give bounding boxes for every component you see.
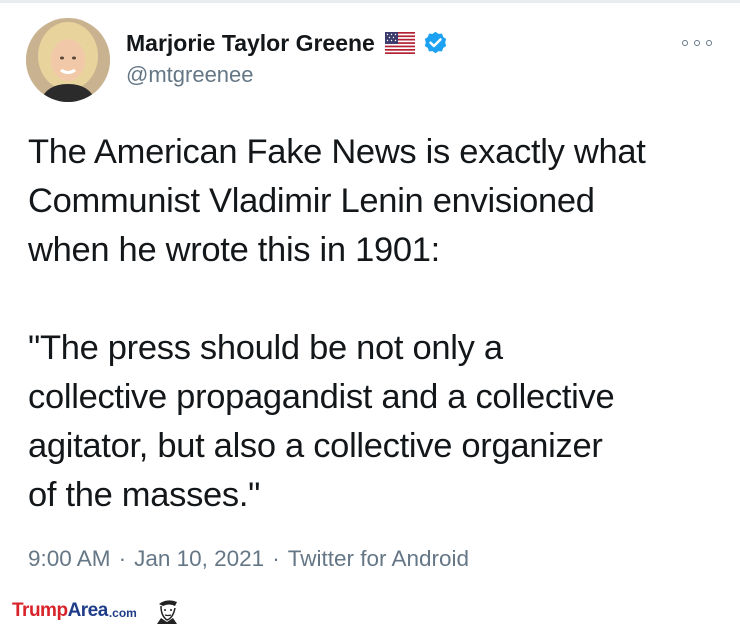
avatar[interactable]: [26, 18, 110, 102]
avatar-image: [26, 18, 110, 102]
watermark-face-icon: [147, 598, 187, 624]
tweet-source[interactable]: Twitter for Android: [288, 546, 469, 572]
tweet-text-line: when he wrote this in 1901:: [28, 231, 440, 269]
meta-separator: ·: [118, 546, 127, 571]
watermark: Trump Area .com: [12, 598, 187, 624]
tweet-date[interactable]: Jan 10, 2021: [134, 546, 264, 572]
more-dot: [694, 40, 700, 46]
watermark-text-area: Area: [67, 600, 109, 621]
us-flag-icon: [384, 32, 415, 54]
more-dot: [706, 40, 712, 46]
tweet-text-line: "The press should be not only a: [28, 329, 503, 367]
author-display-name[interactable]: Marjorie Taylor Greene: [126, 30, 375, 57]
top-divider: [0, 0, 740, 3]
tweet-text-line: The American Fake News is exactly what: [28, 133, 646, 171]
watermark-text-trump: Trump: [12, 600, 68, 621]
verified-icon: [422, 30, 449, 57]
tweet-text: The American Fake News is exactly what C…: [28, 128, 728, 520]
tweet-text-blank-line: [28, 275, 728, 324]
tweet-time[interactable]: 9:00 AM: [28, 546, 111, 572]
tweet-text-line: collective propagandist and a collective: [28, 378, 615, 416]
tweet-text-line: Communist Vladimir Lenin envisioned: [28, 182, 595, 220]
tweet-meta: 9:00 AM · Jan 10, 2021 · Twitter for And…: [28, 546, 469, 572]
tweet-text-line: of the masses.": [28, 476, 261, 514]
meta-separator: ·: [272, 546, 280, 571]
more-dot: [682, 40, 688, 46]
tweet-text-line: agitator, but also a collective organize…: [28, 427, 603, 465]
more-options-icon[interactable]: [682, 36, 712, 50]
author-handle[interactable]: @mtgreenee: [126, 62, 254, 88]
author-name-row: Marjorie Taylor Greene: [126, 28, 449, 58]
watermark-text-com: .com: [108, 606, 137, 620]
